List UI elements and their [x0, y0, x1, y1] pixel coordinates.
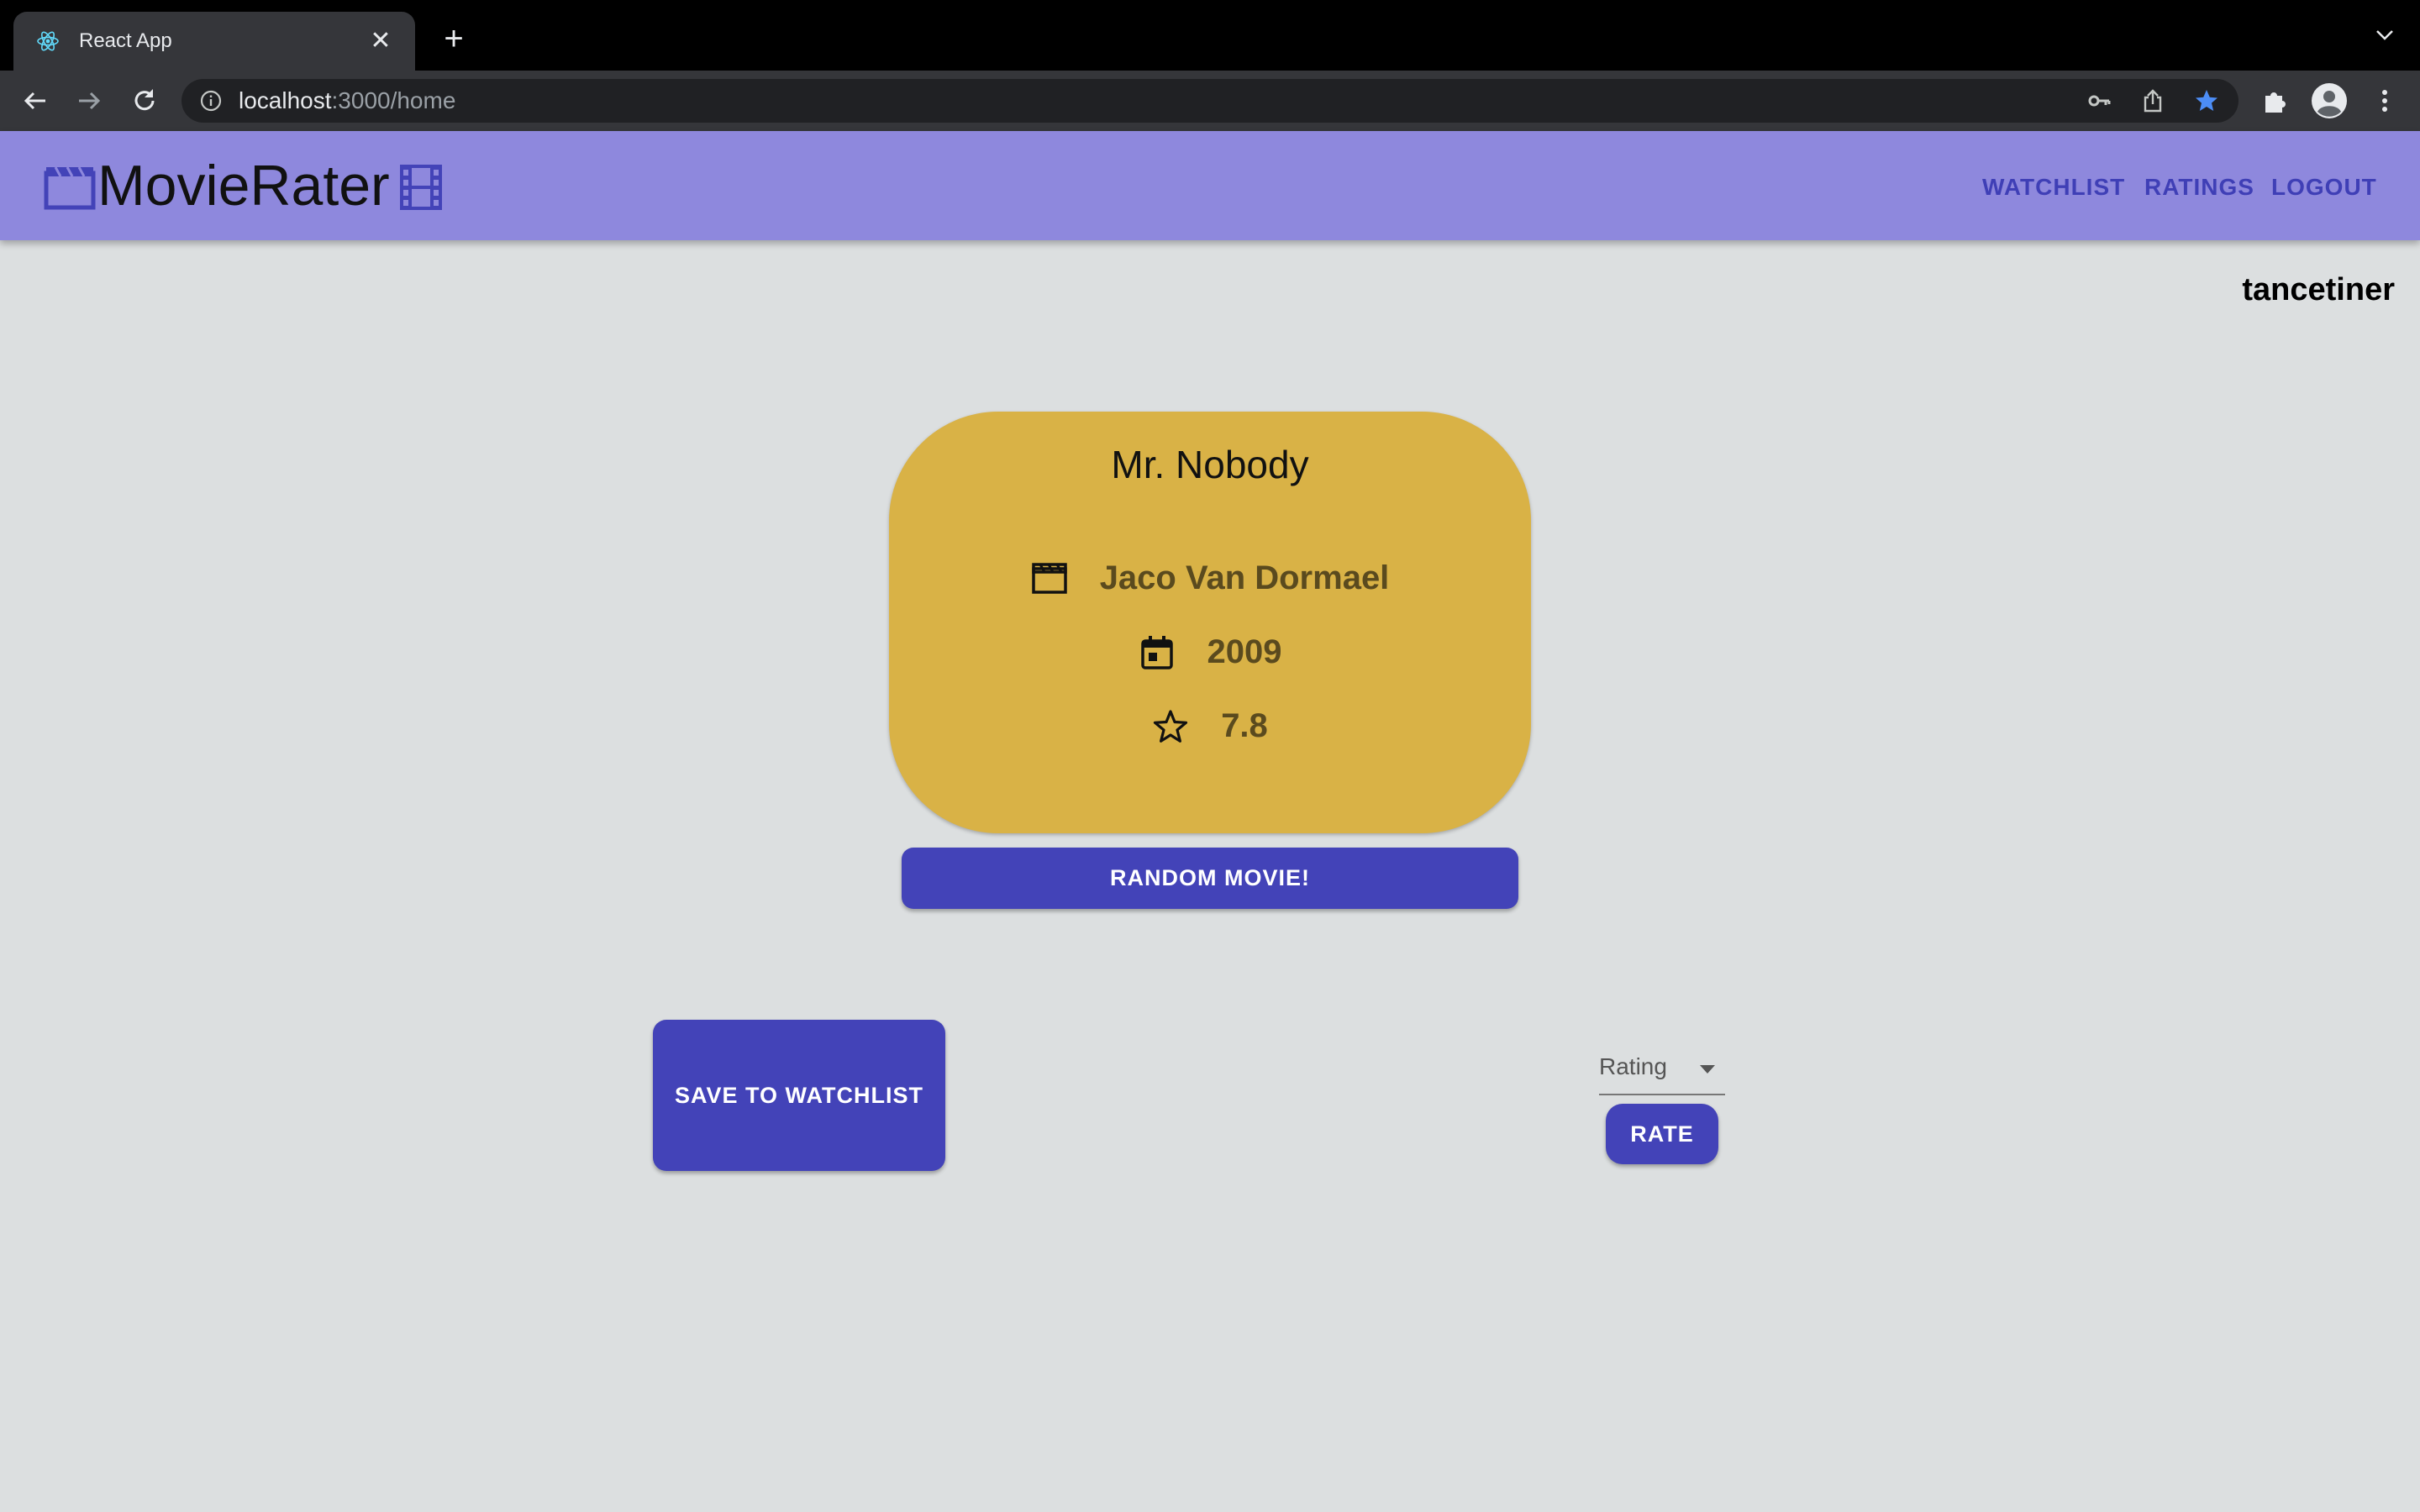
release-year: 2009 — [1207, 633, 1282, 670]
nav-logout-link[interactable]: LOGOUT — [2271, 173, 2377, 202]
tab-search-dropdown-icon[interactable] — [2375, 27, 2395, 44]
browser-tab-bar: React App ✕ + — [0, 0, 2420, 71]
save-to-watchlist-button[interactable]: SAVE TO WATCHLIST — [653, 1020, 945, 1171]
director-row: Jaco Van Dormael — [889, 559, 1531, 597]
url-path: :3000/home — [331, 87, 456, 113]
nav-watchlist-link[interactable]: WATCHLIST — [1982, 173, 2125, 202]
tab-title: React App — [79, 29, 172, 52]
share-icon[interactable] — [2139, 87, 2166, 114]
rating-select-label: Rating — [1599, 1053, 1667, 1079]
profile-avatar-icon[interactable] — [2311, 82, 2348, 119]
password-key-icon[interactable] — [2086, 87, 2112, 114]
reload-icon[interactable] — [129, 86, 160, 116]
address-bar[interactable]: localhost:3000/home — [182, 79, 2238, 123]
browser-toolbar: localhost:3000/home — [0, 71, 2420, 131]
movie-card: Mr. Nobody Jaco Van Dormael 2009 7.8 — [889, 412, 1531, 833]
movie-clapper-icon — [1031, 562, 1067, 594]
app-header: MovieRater WATCHLIST RATINGS LOGOUT — [0, 131, 2420, 240]
dropdown-arrow-icon — [1700, 1065, 1715, 1074]
movie-clapper-logo-icon — [44, 166, 96, 210]
imdb-rating: 7.8 — [1221, 707, 1268, 744]
random-movie-button[interactable]: RANDOM MOVIE! — [902, 848, 1518, 909]
browser-menu-icon[interactable] — [2370, 86, 2400, 116]
browser-tab[interactable]: React App ✕ — [13, 12, 415, 71]
extensions-puzzle-icon[interactable] — [2259, 86, 2289, 116]
director-name: Jaco Van Dormael — [1099, 559, 1390, 596]
forward-arrow-icon[interactable] — [74, 86, 104, 116]
bookmark-star-icon[interactable] — [2193, 87, 2220, 114]
tab-close-icon[interactable]: ✕ — [368, 29, 393, 54]
calendar-icon — [1140, 635, 1173, 669]
rate-button[interactable]: RATE — [1606, 1104, 1718, 1164]
back-arrow-icon[interactable] — [20, 86, 50, 116]
url-host: localhost — [239, 87, 332, 113]
rating-row: 7.8 — [889, 707, 1531, 745]
react-favicon-icon — [37, 31, 59, 51]
site-info-icon[interactable] — [200, 90, 222, 112]
app-brand[interactable]: MovieRater — [97, 150, 390, 222]
nav-ratings-link[interactable]: RATINGS — [2144, 173, 2254, 202]
rating-select[interactable]: Rating — [1599, 1045, 1725, 1095]
username-label: tancetiner — [2242, 272, 2395, 307]
year-row: 2009 — [889, 633, 1531, 671]
new-tab-icon[interactable]: + — [437, 22, 471, 55]
star-outline-icon — [1154, 709, 1188, 743]
movie-title: Mr. Nobody — [1111, 443, 1309, 486]
film-strip-logo-icon — [400, 165, 442, 210]
url-text: localhost:3000/home — [239, 79, 455, 123]
